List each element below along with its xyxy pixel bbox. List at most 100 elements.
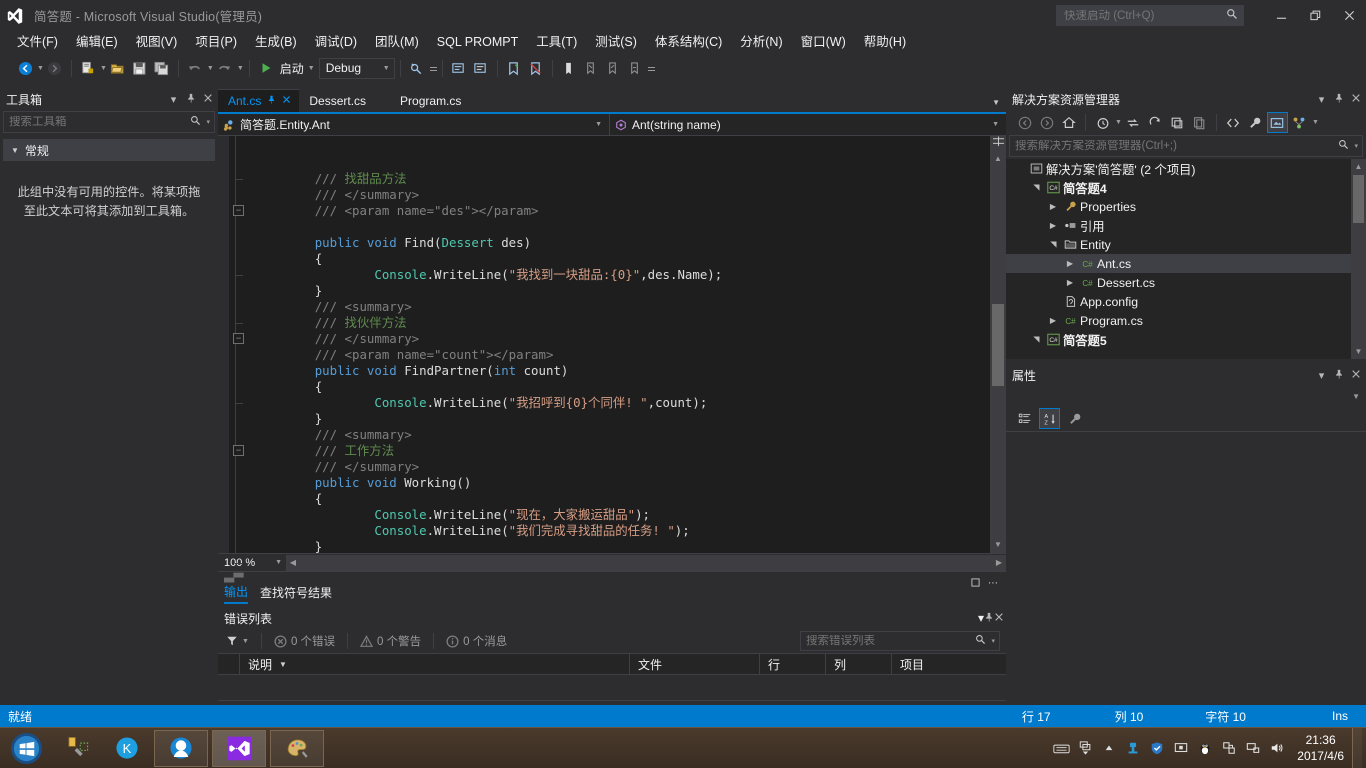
- toolbox-group-general[interactable]: ▼ 常规: [3, 139, 215, 161]
- navigate-backward-icon[interactable]: [14, 56, 36, 80]
- menu-item-file[interactable]: 文件(F): [8, 32, 67, 52]
- solution-tree-scroll-thumb[interactable]: [1353, 175, 1364, 223]
- menu-item-analyze[interactable]: 分析(N): [731, 32, 791, 52]
- tree-item-app.config[interactable]: App.config: [1006, 292, 1366, 311]
- scroll-left-arrow-icon[interactable]: ◀: [286, 558, 300, 567]
- solution-configuration-combo[interactable]: Debug ▼: [318, 57, 395, 79]
- menu-item-architecture[interactable]: 体系结构(C): [646, 32, 731, 52]
- action-center-icon[interactable]: [1217, 728, 1241, 768]
- show-desktop-button[interactable]: [1352, 727, 1362, 768]
- toolbox-search-input[interactable]: [4, 116, 186, 128]
- pin-icon[interactable]: [1330, 369, 1347, 382]
- chevron-down-icon[interactable]: ▼: [275, 559, 282, 566]
- toggle-bookmark-icon[interactable]: [503, 56, 525, 80]
- output-tab-output[interactable]: 输出: [224, 583, 249, 604]
- warning-count-toggle[interactable]: 0 个警告: [354, 633, 427, 649]
- menu-item-sqlprompt[interactable]: SQL PROMPT: [428, 32, 528, 52]
- navbar-member-dropdown[interactable]: Ant(string name) ▼: [610, 114, 1006, 136]
- expander-collapsed-icon[interactable]: ▶: [1046, 221, 1060, 230]
- save-icon[interactable]: [129, 56, 151, 80]
- navigate-backward-dropdown-icon[interactable]: ▼: [37, 65, 44, 72]
- error-list-search-input[interactable]: [801, 635, 971, 647]
- editor-tab-ant-cs[interactable]: Ant.cs: [218, 89, 300, 112]
- error-list-rows[interactable]: [218, 675, 1006, 701]
- menu-item-window[interactable]: 窗口(W): [792, 32, 855, 52]
- properties-object-combo[interactable]: ▼: [1006, 386, 1366, 406]
- menu-item-debug[interactable]: 调试(D): [306, 32, 366, 52]
- pending-changes-icon[interactable]: [1092, 112, 1113, 133]
- chevron-down-icon[interactable]: ▾: [1313, 93, 1330, 106]
- solution-tree-scrollbar[interactable]: ▲ ▼: [1351, 159, 1366, 359]
- scroll-right-arrow-icon[interactable]: ▶: [992, 558, 1006, 567]
- solution-explorer-overflow-icon[interactable]: ▼: [1312, 119, 1319, 126]
- taskbar-app-paint[interactable]: [270, 729, 324, 767]
- expander-triangle-icon[interactable]: ▼: [11, 146, 19, 155]
- chevron-down-icon[interactable]: ▾: [165, 93, 182, 106]
- taskbar-kingsoft-icon[interactable]: K: [102, 728, 152, 768]
- close-icon[interactable]: [1347, 93, 1364, 106]
- search-options-dropdown-icon[interactable]: ▾: [206, 118, 214, 126]
- forward-icon[interactable]: [1036, 112, 1057, 133]
- output-panel-overflow-icon[interactable]: ⋯: [988, 578, 998, 589]
- home-icon[interactable]: [1058, 112, 1079, 133]
- pin-icon[interactable]: [182, 93, 199, 106]
- error-list-filter-button[interactable]: ▼: [226, 635, 255, 647]
- solution-tree[interactable]: 解决方案'简答题' (2 个项目) ◢ C# 简答题4 ▶ Properties ▶ 引用 ◢ E…: [1006, 159, 1366, 359]
- message-count-toggle[interactable]: 0 个消息: [440, 633, 513, 649]
- error-count-toggle[interactable]: 0 个错误: [268, 633, 341, 649]
- properties-wrench-icon[interactable]: [1245, 112, 1266, 133]
- start-debug-dropdown-icon[interactable]: ▼: [308, 65, 315, 72]
- menu-item-edit[interactable]: 编辑(E): [67, 32, 127, 52]
- scroll-up-arrow-icon[interactable]: ▲: [1351, 159, 1366, 174]
- comment-selection-icon[interactable]: [448, 56, 470, 80]
- expander-collapsed-icon[interactable]: ▶: [1063, 278, 1077, 287]
- next-bookmark-icon[interactable]: [602, 56, 624, 80]
- outlining-collapse-box[interactable]: −: [233, 205, 244, 216]
- toolbar-overflow-icon[interactable]: [429, 65, 437, 71]
- tree-item-5[interactable]: ◢ C# 简答题5: [1006, 330, 1366, 349]
- quick-launch-box[interactable]: [1056, 5, 1244, 26]
- minimize-button[interactable]: [1264, 0, 1298, 31]
- editor-tab-program-cs[interactable]: Program.cs: [374, 89, 469, 112]
- pin-icon[interactable]: [1330, 93, 1347, 106]
- tree-item-ant.cs[interactable]: ▶ C# Ant.cs: [1006, 254, 1366, 273]
- keyboard-layout-icon[interactable]: [1049, 728, 1073, 768]
- search-icon[interactable]: [1333, 139, 1353, 153]
- show-all-files-icon[interactable]: [1189, 112, 1210, 133]
- menu-item-team[interactable]: 团队(M): [366, 32, 428, 52]
- tree-item-entity[interactable]: ◢ Entity: [1006, 235, 1366, 254]
- restore-button[interactable]: [1298, 0, 1332, 31]
- class-view-icon[interactable]: [1289, 112, 1310, 133]
- column-header-line[interactable]: 行: [760, 653, 826, 675]
- search-icon[interactable]: [970, 634, 990, 648]
- open-file-icon[interactable]: [107, 56, 129, 80]
- taskbar-app-visual-studio[interactable]: [212, 729, 266, 767]
- expander-collapsed-icon[interactable]: ▶: [1046, 316, 1060, 325]
- chevron-down-icon[interactable]: ▼: [242, 638, 249, 645]
- undo-dropdown-icon[interactable]: ▼: [207, 65, 214, 72]
- toolbar-overflow-2-icon[interactable]: [647, 65, 655, 71]
- scroll-down-arrow-icon[interactable]: ▼: [1351, 344, 1366, 359]
- close-icon[interactable]: [1347, 369, 1364, 382]
- close-icon[interactable]: [282, 95, 291, 107]
- start-debug-label[interactable]: 启动: [277, 60, 307, 77]
- scroll-down-arrow-icon[interactable]: ▼: [990, 536, 1006, 553]
- view-code-icon[interactable]: [1223, 112, 1244, 133]
- input-method-switch-icon[interactable]: [1073, 728, 1097, 768]
- search-icon[interactable]: [1221, 8, 1243, 23]
- sync-with-active-document-icon[interactable]: [1123, 112, 1144, 133]
- new-project-dropdown-icon[interactable]: ▼: [100, 65, 107, 72]
- refresh-icon[interactable]: [1145, 112, 1166, 133]
- close-icon[interactable]: [994, 611, 1004, 625]
- expander-expanded-icon[interactable]: ◢: [1049, 238, 1058, 252]
- taskbar-pinned-tool-icon[interactable]: [52, 728, 102, 768]
- tree-item-dessert.cs[interactable]: ▶ C# Dessert.cs: [1006, 273, 1366, 292]
- column-header-description[interactable]: 说明 ▼: [240, 653, 630, 675]
- navbar-type-dropdown[interactable]: 简答题.Entity.Ant ▼: [218, 113, 610, 136]
- vertical-scroll-thumb[interactable]: [992, 304, 1004, 386]
- code-editor[interactable]: − − − /// 找甜品方法 /// </summary> /// <param …: [218, 136, 1006, 564]
- chevron-down-icon[interactable]: ▼: [985, 121, 1006, 128]
- toolbox-search-box[interactable]: ▾: [3, 111, 215, 133]
- chevron-down-icon[interactable]: ▼: [588, 121, 609, 128]
- usb-device-icon[interactable]: [1121, 728, 1145, 768]
